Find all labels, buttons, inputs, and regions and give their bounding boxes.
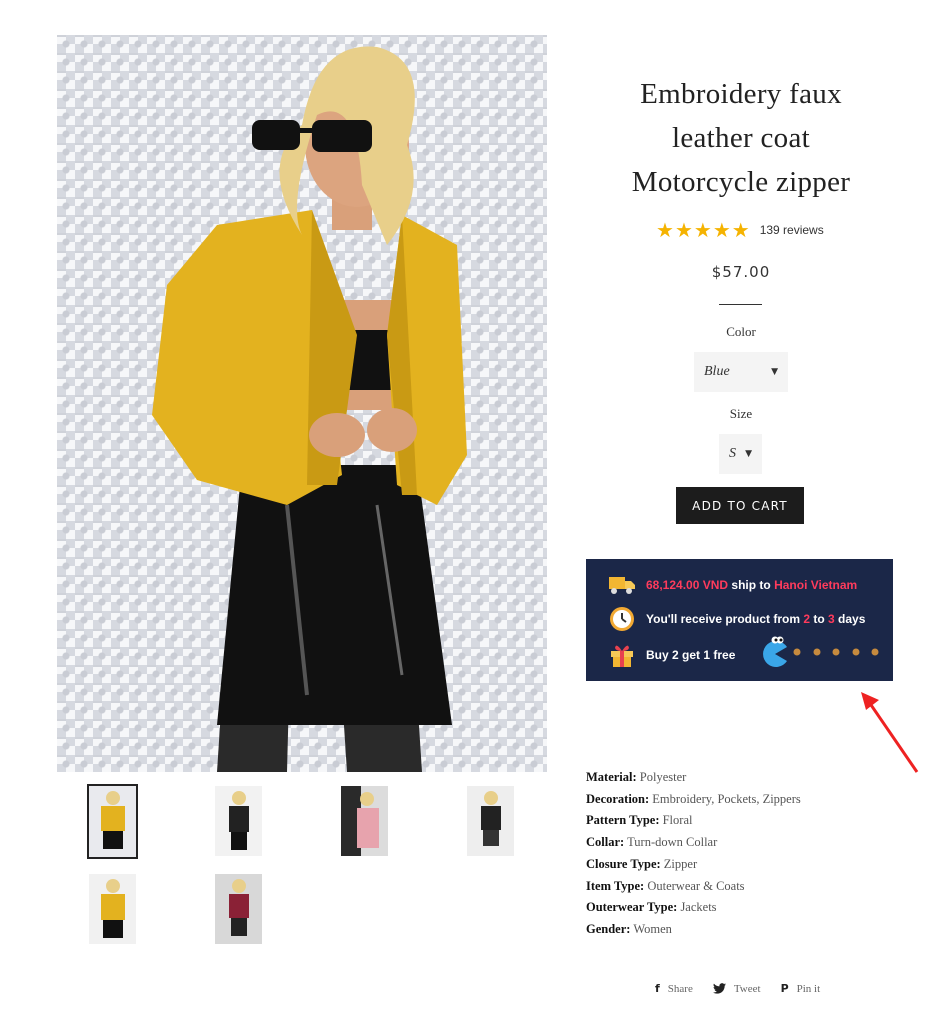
add-to-cart-button[interactable]: ADD TO CART xyxy=(676,487,804,524)
promo-row: Buy 2 get 1 free xyxy=(608,641,735,669)
star-icon: ★ xyxy=(674,218,693,242)
spec-key: Pattern Type: xyxy=(586,813,660,828)
spec-row: Collar: Turn-down Collar xyxy=(586,832,801,854)
spec-row: Pattern Type: Floral xyxy=(586,810,801,832)
promo-text: Buy 2 get 1 free xyxy=(646,648,736,662)
shipping-info-box: 68,124.00 VND ship to Hanoi Vietnam You'… xyxy=(586,559,893,681)
share-facebook-label: Share xyxy=(667,982,693,995)
spec-key: Material: xyxy=(586,770,637,784)
spec-row: Outerwear Type: Jackets xyxy=(586,897,801,919)
star-rating: ★ ★ ★ ★ ★ xyxy=(656,220,750,240)
social-share: f Share Tweet P Pin it xyxy=(655,982,820,995)
spec-value: Polyester xyxy=(639,770,687,784)
size-label: Size xyxy=(729,406,753,421)
spec-value: Outerwear & Coats xyxy=(647,878,745,893)
thumbnail-6[interactable] xyxy=(215,874,262,944)
spec-value: Floral xyxy=(662,813,693,828)
spec-row: Closure Type: Zipper xyxy=(586,854,801,876)
spec-value: Turn-down Collar xyxy=(627,835,718,850)
spec-row: Gender: Women xyxy=(586,919,801,941)
clock-icon xyxy=(608,605,636,633)
spec-key: Collar: xyxy=(586,835,625,850)
pacman-icon xyxy=(763,636,879,667)
color-label: Color xyxy=(726,324,756,339)
spec-key: Item Type: xyxy=(586,878,645,893)
shipping-destination: Hanoi Vietnam xyxy=(774,578,858,592)
product-title: Embroidery faux leather coat Motorcycle … xyxy=(586,72,896,204)
spec-key: Outerwear Type: xyxy=(586,900,678,915)
thumbnail-5[interactable] xyxy=(89,874,136,944)
product-title-line-3: Motorcycle zipper xyxy=(631,166,851,198)
twitter-icon xyxy=(712,983,726,994)
share-twitter-button[interactable]: Tweet xyxy=(712,982,761,995)
shipping-cost-row: 68,124.00 VND ship to Hanoi Vietnam xyxy=(608,571,857,599)
thumbnail-1[interactable] xyxy=(87,784,138,859)
spec-row: Decoration: Embroidery, Pockets, Zippers xyxy=(586,789,801,811)
spec-key: Gender: xyxy=(586,921,631,936)
chevron-down-icon: ▼ xyxy=(771,367,778,377)
thumbnail-2[interactable] xyxy=(215,786,262,856)
share-twitter-label: Tweet xyxy=(733,982,761,995)
product-specs: Material: Polyester Decoration: Embroide… xyxy=(586,767,801,941)
product-price: $57.00 xyxy=(711,263,771,281)
facebook-icon: f xyxy=(655,982,660,995)
spec-value: Zipper xyxy=(663,856,698,871)
rating-summary[interactable]: ★ ★ ★ ★ ★ 139 reviews xyxy=(656,218,824,242)
star-icon: ★ xyxy=(693,218,712,242)
share-facebook-button[interactable]: f Share xyxy=(655,982,693,995)
days-suffix: days xyxy=(834,612,866,626)
product-title-line-2: leather coat xyxy=(671,122,811,154)
gift-icon xyxy=(608,641,636,669)
product-title-line-1: Embroidery faux xyxy=(640,78,842,110)
size-select-value: S xyxy=(729,446,736,461)
spec-value: Embroidery, Pockets, Zippers xyxy=(652,791,801,806)
spec-row: Item Type: Outerwear & Coats xyxy=(586,876,801,898)
thumbnail-3[interactable] xyxy=(341,786,388,856)
shipping-amount: 68,124.00 VND xyxy=(646,578,729,592)
spec-key: Closure Type: xyxy=(586,856,661,871)
size-select[interactable]: S ▼ xyxy=(719,434,762,474)
spec-value: Women xyxy=(633,921,672,936)
days-to: 3 xyxy=(828,612,835,626)
color-select-value: Blue xyxy=(704,364,730,379)
chevron-down-icon: ▼ xyxy=(745,449,752,459)
truck-icon xyxy=(608,571,636,599)
main-product-image[interactable] xyxy=(57,35,547,772)
receive-prefix: You'll receive product from xyxy=(646,612,804,626)
delivery-time-row: You'll receive product from 2 to 3 days xyxy=(608,605,865,633)
star-icon: ★ xyxy=(731,218,750,242)
ship-to-text: ship to xyxy=(728,578,775,592)
share-pinterest-label: Pin it xyxy=(796,982,821,995)
share-pinterest-button[interactable]: P Pin it xyxy=(781,982,821,995)
spec-key: Decoration: xyxy=(586,791,650,806)
star-icon: ★ xyxy=(656,218,674,242)
star-icon: ★ xyxy=(712,218,731,242)
divider xyxy=(719,304,762,305)
annotation-arrow xyxy=(861,692,919,773)
color-select[interactable]: Blue ▼ xyxy=(694,352,788,392)
spec-row: Material: Polyester xyxy=(586,767,801,789)
thumbnail-4[interactable] xyxy=(467,786,514,856)
pinterest-icon: P xyxy=(780,982,789,995)
reviews-link[interactable]: 139 reviews xyxy=(760,223,824,237)
to-word: to xyxy=(810,612,829,626)
spec-value: Jackets xyxy=(680,900,717,915)
